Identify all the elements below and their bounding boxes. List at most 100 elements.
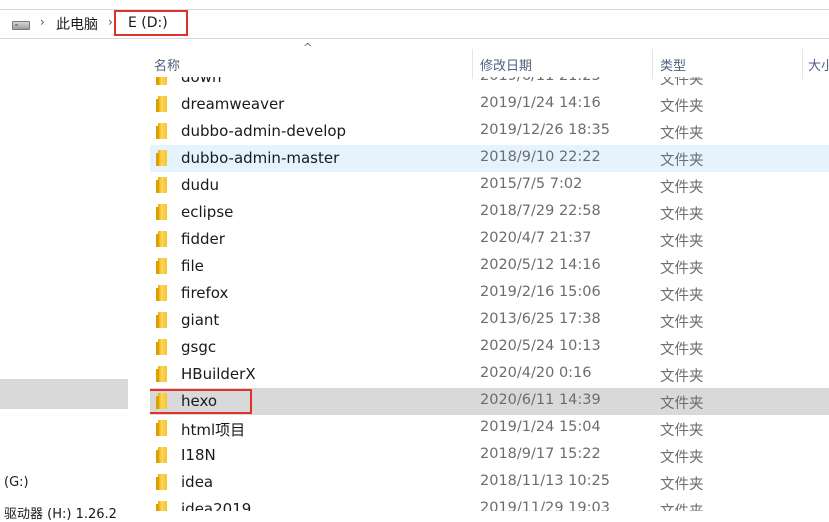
file-name: dudu: [181, 176, 220, 194]
folder-icon: [156, 231, 167, 247]
file-name: eclipse: [181, 203, 234, 221]
file-row[interactable]: HBuilderX 2020/4/20 0:16 文件夹: [150, 361, 829, 388]
column-divider[interactable]: [652, 49, 653, 79]
breadcrumb-this-pc[interactable]: 此电脑: [56, 14, 98, 34]
file-date: 2019/11/29 19:03: [480, 500, 610, 511]
file-row[interactable]: dubbo-admin-master 2018/9/10 22:22 文件夹: [150, 145, 829, 172]
folder-icon: [156, 123, 167, 139]
navigation-pane[interactable]: (G:) 驱动器 (H:) 1.26.2: [0, 39, 128, 522]
breadcrumb-separator-icon[interactable]: ›: [40, 15, 45, 29]
file-name: hexo: [181, 392, 218, 410]
column-divider[interactable]: [802, 49, 803, 79]
column-header-type[interactable]: 类型: [660, 55, 686, 74]
nav-item-drive-g[interactable]: (G:): [4, 475, 29, 490]
folder-icon: [156, 150, 167, 166]
file-row[interactable]: I18N 2018/9/17 15:22 文件夹: [150, 442, 829, 469]
file-name: giant: [181, 311, 220, 329]
file-row[interactable]: idea 2018/11/13 10:25 文件夹: [150, 469, 829, 496]
file-date: 2018/9/10 22:22: [480, 149, 601, 165]
folder-icon: [156, 339, 167, 355]
file-type: 文件夹: [660, 153, 704, 169]
file-type: 文件夹: [660, 423, 704, 439]
folder-icon: [156, 204, 167, 220]
file-date: 2018/11/13 10:25: [480, 473, 610, 489]
file-row[interactable]: gsgc 2020/5/24 10:13 文件夹: [150, 334, 829, 361]
column-divider[interactable]: [472, 49, 473, 79]
file-type: 文件夹: [660, 500, 704, 511]
file-date: 2020/5/12 14:16: [480, 257, 601, 273]
file-type: 文件夹: [660, 477, 704, 493]
file-row[interactable]: dubbo-admin-develop 2019/12/26 18:35 文件夹: [150, 118, 829, 145]
file-date: 2019/12/26 18:35: [480, 122, 610, 138]
file-list[interactable]: down2019/6/11 21:25文件夹dreamweaver2019/1/…: [150, 39, 829, 511]
file-type: 文件夹: [660, 450, 704, 466]
file-type: 文件夹: [660, 261, 704, 277]
column-header: ^ 名称 修改日期 类型 大小: [150, 39, 829, 79]
file-type: 文件夹: [660, 99, 704, 115]
file-type: 文件夹: [660, 234, 704, 250]
file-date: 2020/4/7 21:37: [480, 230, 592, 246]
sort-ascending-icon: ^: [303, 41, 313, 54]
address-bar[interactable]: › 此电脑 › E (D:): [0, 9, 829, 39]
column-header-date[interactable]: 修改日期: [480, 55, 532, 74]
drive-icon: [12, 21, 30, 30]
file-name: dreamweaver: [181, 95, 285, 113]
file-row[interactable]: idea2019 2019/11/29 19:03 文件夹: [150, 496, 829, 511]
file-name: dubbo-admin-master: [181, 149, 340, 167]
file-type: 文件夹: [660, 180, 704, 196]
file-row[interactable]: eclipse 2018/7/29 22:58 文件夹: [150, 199, 829, 226]
breadcrumb-separator-icon[interactable]: ›: [108, 15, 113, 29]
file-date: 2020/5/24 10:13: [480, 338, 601, 354]
folder-icon: [156, 474, 167, 490]
file-type: 文件夹: [660, 126, 704, 142]
file-name: html项目: [181, 421, 246, 439]
file-date: 2019/1/24 15:04: [480, 419, 601, 435]
file-row[interactable]: firefox 2019/2/16 15:06 文件夹: [150, 280, 829, 307]
breadcrumb-current-drive[interactable]: E (D:): [114, 10, 188, 36]
file-date: 2018/7/29 22:58: [480, 203, 601, 219]
file-type: 文件夹: [660, 315, 704, 331]
file-name: I18N: [181, 446, 216, 464]
nav-item-drive-h[interactable]: 驱动器 (H:) 1.26.2: [4, 503, 117, 522]
file-type: 文件夹: [660, 369, 704, 385]
file-row[interactable]: html项目 2019/1/24 15:04 文件夹: [150, 415, 829, 442]
file-name: dubbo-admin-develop: [181, 122, 347, 140]
column-header-size[interactable]: 大小: [808, 55, 829, 74]
folder-icon: [156, 501, 167, 511]
folder-icon: [156, 258, 167, 274]
folder-icon: [156, 393, 167, 409]
folder-icon: [156, 312, 167, 328]
file-type: 文件夹: [660, 207, 704, 223]
file-row[interactable]: dudu 2015/7/5 7:02 文件夹: [150, 172, 829, 199]
file-row[interactable]: hexo 2020/6/11 14:39 文件夹: [150, 388, 829, 415]
file-row[interactable]: dreamweaver 2019/1/24 14:16 文件夹: [150, 91, 829, 118]
file-name: fidder: [181, 230, 225, 248]
file-type: 文件夹: [660, 288, 704, 304]
folder-icon: [156, 96, 167, 112]
file-name: idea2019: [181, 500, 252, 511]
folder-icon: [156, 447, 167, 463]
file-type: 文件夹: [660, 342, 704, 358]
file-name: gsgc: [181, 338, 217, 356]
nav-selected-item[interactable]: [0, 379, 128, 409]
file-date: 2020/6/11 14:39: [480, 392, 601, 408]
file-row[interactable]: file 2020/5/12 14:16 文件夹: [150, 253, 829, 280]
file-name: file: [181, 257, 204, 275]
file-date: 2018/9/17 15:22: [480, 446, 601, 462]
folder-icon: [156, 285, 167, 301]
file-name: firefox: [181, 284, 229, 302]
file-row[interactable]: giant 2013/6/25 17:38 文件夹: [150, 307, 829, 334]
file-date: 2015/7/5 7:02: [480, 176, 583, 192]
file-date: 2013/6/25 17:38: [480, 311, 601, 327]
column-header-name[interactable]: 名称: [154, 55, 180, 74]
file-name: idea: [181, 473, 214, 491]
folder-icon: [156, 366, 167, 382]
folder-icon: [156, 177, 167, 193]
file-date: 2020/4/20 0:16: [480, 365, 592, 381]
folder-icon: [156, 420, 167, 436]
file-row[interactable]: fidder 2020/4/7 21:37 文件夹: [150, 226, 829, 253]
file-date: 2019/1/24 14:16: [480, 95, 601, 111]
breadcrumb-current-label: E (D:): [128, 15, 168, 31]
file-type: 文件夹: [660, 396, 704, 412]
file-date: 2019/2/16 15:06: [480, 284, 601, 300]
